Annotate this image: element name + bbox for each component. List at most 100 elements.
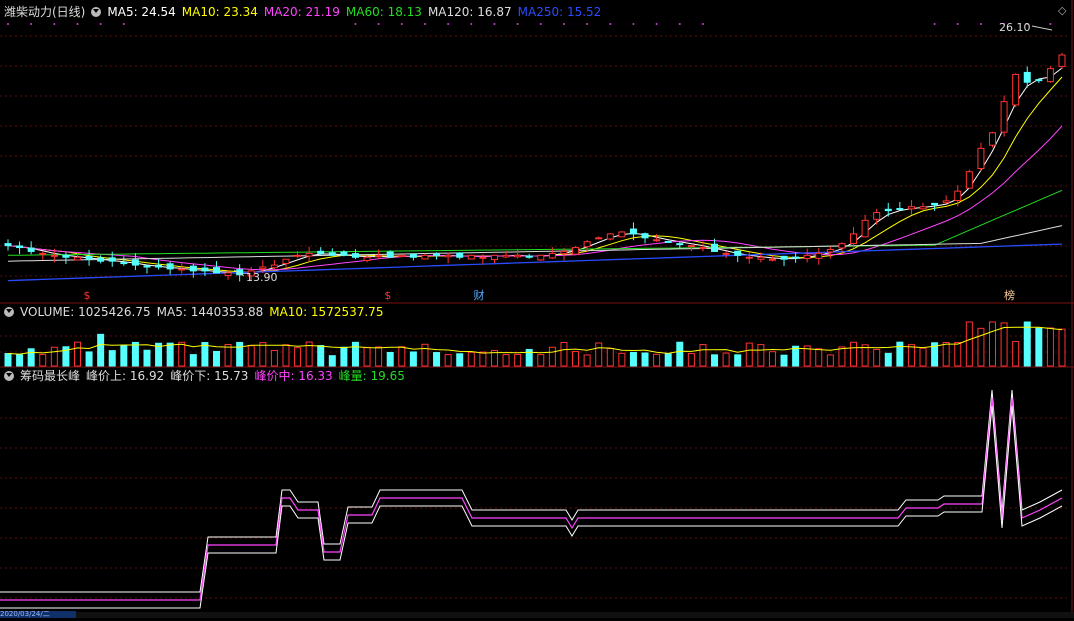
volume-bar	[467, 351, 475, 367]
volume-bar	[282, 344, 290, 367]
candle-body	[1012, 73, 1020, 106]
signal-dot	[423, 23, 426, 25]
candle-body	[919, 206, 927, 210]
volume-panel-header: VOLUME: 1025426.75 MA5: 1440353.88 MA10: 1…	[4, 304, 395, 320]
volume-bar	[583, 354, 591, 367]
chip-indicator-list: 筹码最长峰 峰价上: 16.92 峰价下: 15.73 峰价中: 16.33 峰量: 1…	[20, 369, 411, 383]
candle-body	[931, 202, 939, 206]
dropdown-icon[interactable]	[4, 371, 14, 381]
ma-indicator-2: MA20: 21.19	[263, 5, 340, 19]
volume-bar	[919, 347, 927, 367]
candle-body	[757, 256, 765, 260]
candle-body	[780, 255, 788, 260]
candle-body	[340, 251, 348, 256]
candle-body	[548, 252, 556, 259]
volume-bar	[259, 342, 267, 367]
volume-bar	[629, 351, 637, 367]
candle-body	[699, 247, 707, 250]
candle-body	[27, 247, 35, 252]
candle-body	[896, 208, 904, 211]
signal-dot	[632, 23, 635, 25]
volume-bar	[850, 341, 858, 367]
candle-body	[676, 243, 684, 246]
signal-dot	[447, 23, 450, 25]
candle-body	[1046, 68, 1054, 83]
candle-body	[664, 240, 672, 243]
volume-bar	[1000, 322, 1008, 367]
volume-ma-line	[7, 326, 1063, 355]
volume-bar	[618, 352, 626, 367]
candle-body	[884, 208, 892, 212]
candle-body	[421, 254, 429, 260]
candle-body	[270, 264, 278, 269]
candle-body	[85, 255, 93, 260]
volume-bar	[178, 341, 186, 367]
stock-chart[interactable]: $ $ 财 榜 潍柴动力(日线) MA5: 24.54 MA10: 23.34 MA20: …	[0, 0, 1074, 618]
signal-dot	[122, 23, 125, 25]
signal-dot	[678, 23, 681, 25]
signal-dot	[586, 23, 589, 25]
candle-body	[73, 256, 81, 261]
stock-title: 潍柴动力(日线)	[4, 5, 86, 19]
volume-bar	[873, 348, 881, 367]
candle-body	[514, 254, 522, 258]
candle-body	[687, 245, 695, 248]
signal-dot	[493, 23, 496, 25]
candle-body	[409, 253, 417, 258]
candle-body	[351, 253, 359, 258]
volume-bar	[270, 350, 278, 367]
volume-bar	[537, 354, 545, 367]
candle-body	[120, 262, 128, 265]
volume-bar	[39, 353, 47, 367]
candle-body	[907, 206, 915, 210]
ma-indicator-1: MA10: 23.34	[181, 5, 258, 19]
candle-body	[1000, 101, 1008, 133]
candle-body	[768, 258, 776, 261]
candle-body	[1023, 71, 1031, 83]
volume-bar	[838, 346, 846, 367]
diamond-icon[interactable]: ◇	[1058, 4, 1066, 17]
candle-body	[375, 254, 383, 257]
candle-body	[97, 257, 105, 262]
volume-bar	[212, 350, 220, 367]
volume-bar	[826, 354, 834, 367]
dropdown-icon[interactable]	[4, 307, 14, 317]
volume-bar	[722, 352, 730, 367]
candle-body	[189, 265, 197, 272]
candle-body	[711, 243, 719, 252]
candle-body	[965, 171, 973, 189]
candle-body	[618, 231, 626, 238]
dropdown-icon[interactable]	[91, 7, 102, 17]
event-marker-3: 榜	[1004, 288, 1015, 302]
volume-bar	[780, 354, 788, 367]
candle-body	[444, 254, 452, 258]
volume-bar	[548, 346, 556, 367]
chip-mid-line	[0, 397, 1063, 601]
volume-bar	[699, 344, 707, 367]
volume-bar	[97, 333, 105, 367]
signal-dot	[7, 23, 9, 25]
candle-body	[826, 248, 834, 253]
high-pointer	[1031, 25, 1053, 31]
candle-body	[178, 268, 186, 271]
volume-bar	[131, 341, 139, 367]
volume-bar	[572, 350, 580, 367]
event-marker-2: 财	[474, 288, 485, 302]
volume-bar	[977, 327, 985, 367]
ma-indicator-list: MA5: 24.54 MA10: 23.34 MA20: 21.19 MA60: 18…	[107, 5, 607, 19]
volume-bar	[942, 341, 950, 367]
chip-upper-line	[0, 389, 1063, 593]
signal-dot	[655, 23, 658, 25]
volume-bar	[479, 351, 487, 367]
chip-indicator-4: 峰量: 19.65	[338, 369, 405, 383]
volume-bar	[907, 344, 915, 367]
volume-bar	[4, 353, 12, 367]
volume-bar	[745, 342, 753, 367]
volume-bar	[792, 345, 800, 367]
chip-indicator-1: 峰价上: 16.92	[86, 369, 165, 383]
candle-body	[583, 241, 591, 248]
candle-body	[363, 256, 371, 262]
signal-dot	[470, 23, 473, 25]
candle-body	[282, 258, 290, 264]
volume-bar	[143, 349, 151, 367]
